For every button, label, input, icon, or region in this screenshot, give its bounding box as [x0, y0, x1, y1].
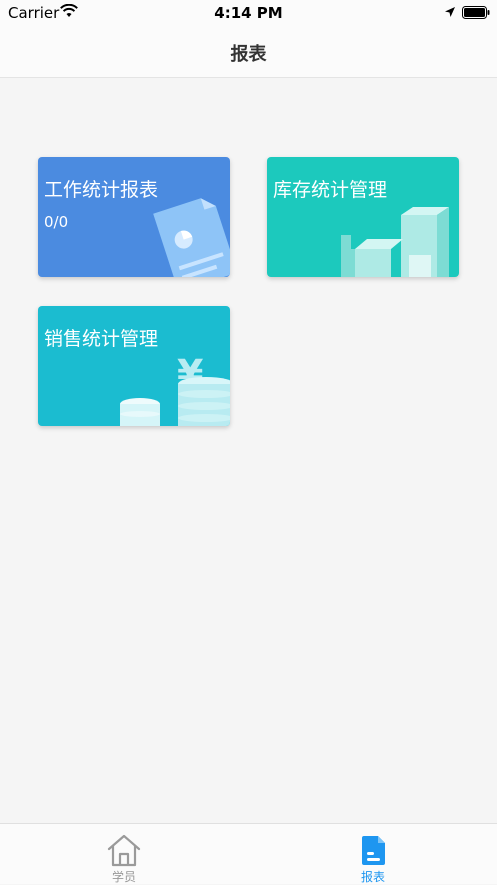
tab-label: 学员	[111, 870, 136, 884]
battery-icon	[462, 6, 490, 19]
report-document-icon	[362, 836, 385, 865]
location-arrow-icon	[445, 7, 455, 17]
navigation-bar: 报表	[0, 26, 497, 78]
sales-statistics-card[interactable]: 销售统计管理 ¥	[38, 306, 230, 426]
status-time: 4:14 PM	[214, 4, 283, 22]
boxes-icon	[341, 207, 449, 277]
card-title: 销售统计管理	[44, 328, 159, 350]
inventory-statistics-card[interactable]: 库存统计管理	[267, 157, 459, 277]
status-bar: Carrier 4:14 PM	[0, 0, 497, 26]
tab-bar: 学员 报表	[0, 823, 497, 884]
card-title: 库存统计管理	[273, 179, 388, 201]
tab-label: 报表	[360, 870, 385, 884]
document-chart-icon	[153, 198, 230, 277]
yuan-coins-icon: ¥	[120, 354, 230, 426]
page-title: 报表	[230, 44, 267, 65]
tab-students[interactable]: 学员	[0, 824, 248, 884]
house-icon	[107, 834, 141, 867]
tab-reports[interactable]: 报表	[249, 824, 497, 884]
work-statistics-report-card[interactable]: 工作统计报表 0/0	[38, 157, 230, 277]
card-count: 0/0	[44, 213, 69, 231]
